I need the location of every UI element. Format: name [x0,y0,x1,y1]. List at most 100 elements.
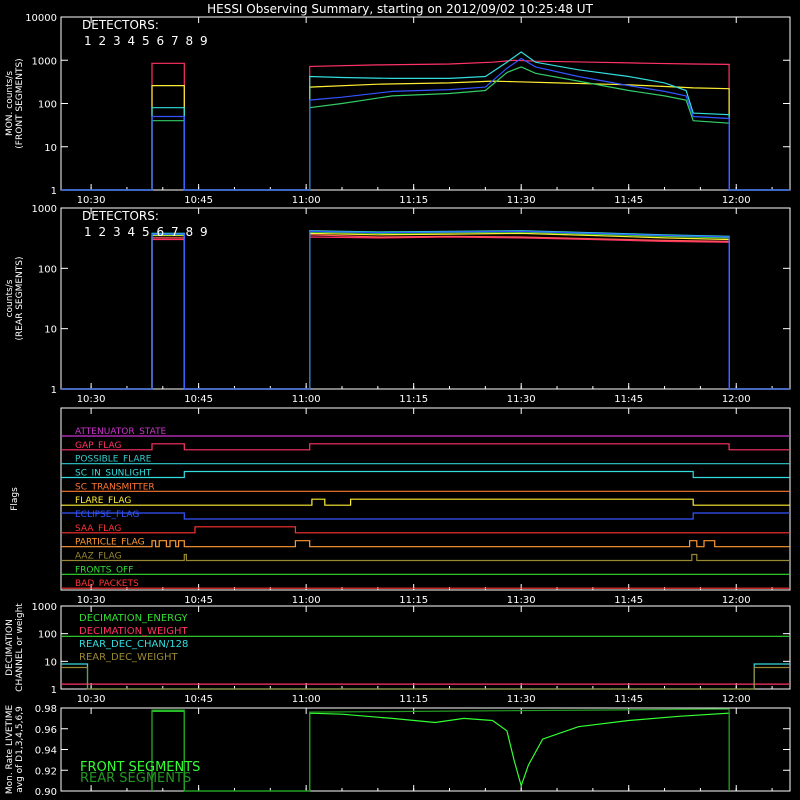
decimation-legend-decimation_energy: DECIMATION_ENERGY [79,613,188,624]
flag-label-fronts_off: FRONTS_OFF [75,565,133,575]
decimation-ylabel-line: DECIMATION [5,619,15,676]
livetime-ylabel: Mon. Rate LIVETIME avg of D1,3,4,5,6,9 [5,705,25,795]
rear-ytick-label: 1000 [32,204,57,215]
flags-ylabel-line: Flags [10,487,20,511]
rear-series-4 [61,232,790,390]
flag-label-bad_packets: BAD_PACKETS [75,579,139,589]
flag-label-aaz_flag: AAZ_FLAG [75,552,122,562]
flags-xtick-label: 10:30 [77,595,106,606]
front-xtick-label: 12:00 [722,195,751,206]
rear-series-9 [61,230,790,390]
rear-ytick-label: 10 [44,325,57,336]
decimation-xtick-label: 11:00 [292,694,321,705]
front-xtick-label: 11:15 [399,195,428,206]
front-ytick-label: 10000 [25,13,57,24]
flag-label-gap_flag: GAP_FLAG [75,441,121,451]
front-detector-number: 6 [157,34,165,48]
flag-label-saa_flag: SAA_FLAG [75,524,121,534]
rear-detector-number: 5 [142,225,150,239]
flags-xtick-label: 12:00 [722,595,751,606]
rear-detector-number: 1 [84,225,92,239]
flags-xtick-label: 11:45 [614,595,643,606]
rear-xtick-label: 11:30 [507,394,536,405]
flag-label-flare_flag: FLARE_FLAG [75,496,131,506]
rear-detector-number: 2 [99,225,107,239]
front-ylabel-line: (FRONT SEGMENTS) [15,58,25,148]
livetime-series-front-segments [151,710,730,792]
front-ylabel-line: MON. counts/s [5,71,15,136]
flag-label-sc_in_sunlight: SC_IN_SUNLIGHT [75,469,152,479]
front-detector-number: 9 [200,34,208,48]
rear-ylabel-line: counts/s [5,279,15,317]
panels: 10:30 10:45 11:00 11:15 11:30 11:45 12:0011010… [5,13,791,798]
livetime-ytick-label: 0.94 [35,746,57,757]
rear-series-7 [61,230,790,390]
front-xtick-label: 10:45 [184,195,213,206]
livetime-legend-rear-segments: REAR SEGMENTS [80,771,191,786]
flag-label-particle_flag: PARTICLE_FLAG [75,538,145,548]
rear-detector-number: 9 [200,225,208,239]
livetime-ylabel-line: avg of D1,3,4,5,6,9 [15,706,25,793]
rear-detector-number: 7 [171,225,179,239]
front-detector-number: 4 [128,34,136,48]
rear-ylabel-line: (REAR SEGMENTS) [15,256,25,340]
livetime-ylabel-line: Mon. Rate LIVETIME [5,705,15,795]
decimation-xtick-label: 10:45 [184,694,213,705]
flag-line-eclipse_flag [61,512,790,520]
rear-xtick-label: 11:45 [614,394,643,405]
rear-detector-number: 8 [186,225,194,239]
rear-detector-number: 6 [157,225,165,239]
front-detector-number: 1 [84,34,92,48]
flag-label-sc_transmitter: SC_TRANSMITTER [75,482,155,492]
rear-detector-number: 3 [113,225,121,239]
decimation-ytick-label: 100 [38,630,57,641]
flag-label-attenuator_state: ATTENUATOR_STATE [75,427,167,437]
decimation-xtick-label: 11:45 [614,694,643,705]
flag-line-aaz_flag [61,553,790,562]
flag-line-flare_flag [61,498,790,506]
front-xtick-label: 11:30 [507,195,536,206]
decimation-legend-decimation_weight: DECIMATION_WEIGHT [79,626,188,637]
livetime-ytick-label: 0.90 [35,787,57,798]
front-ylabel: MON. counts/s (FRONT SEGMENTS) [5,58,25,148]
flags-xtick-label: 10:45 [184,595,213,606]
front-detector-number: 5 [142,34,150,48]
decimation-ylabel-line: CHANNEL or weight [15,603,25,692]
decimation-xtick-label: 10:30 [77,694,106,705]
decimation-series-rear_dec_chan/128 [61,663,790,690]
decimation-xtick-label: 11:30 [507,694,536,705]
rear-series-1 [61,236,790,390]
flag-line-sc_in_sunlight [61,470,790,479]
flags-xtick-label: 11:30 [507,595,536,606]
rear-xtick-label: 10:45 [184,394,213,405]
decimation-ytick-label: 10 [44,657,57,668]
rear-ylabel: counts/s (REAR SEGMENTS) [5,256,25,340]
decimation-ytick-label: 1 [51,685,57,696]
rear-series-5 [61,231,790,390]
front-series-1 [61,59,790,191]
hessi-summary-figure: HESSI Observing Summary, starting on 201… [5,2,791,798]
decimation-ytick-label: 1000 [32,602,57,613]
front-ytick-label: 10 [44,143,57,154]
flag-line-particle_flag [61,540,790,548]
rear-series-2 [61,234,790,390]
flags-xtick-label: 11:00 [292,595,321,606]
rear-xtick-label: 10:30 [77,394,106,405]
front-xtick-label: 11:45 [614,195,643,206]
livetime-ytick-label: 0.98 [35,704,57,715]
rear-detector-number: 4 [128,225,136,239]
front-ytick-label: 1 [51,186,57,197]
decimation-series-rear_dec_weight [61,666,790,690]
front-detector-number: 2 [99,34,107,48]
rear-xtick-label: 11:15 [399,394,428,405]
livetime-ytick-label: 0.96 [35,725,57,736]
rear-xtick-label: 12:00 [722,394,751,405]
front-xtick-label: 10:30 [77,195,106,206]
flag-label-eclipse_flag: ECLIPSE_FLAG [75,510,139,520]
rear-xtick-label: 11:00 [292,394,321,405]
flags-ylabel: Flags [10,487,20,511]
front-series-4 [61,80,790,191]
decimation-legend-rear_dec_chan/128: REAR_DEC_CHAN/128 [79,639,188,650]
front-xtick-label: 11:00 [292,195,321,206]
decimation-xtick-label: 12:00 [722,694,751,705]
